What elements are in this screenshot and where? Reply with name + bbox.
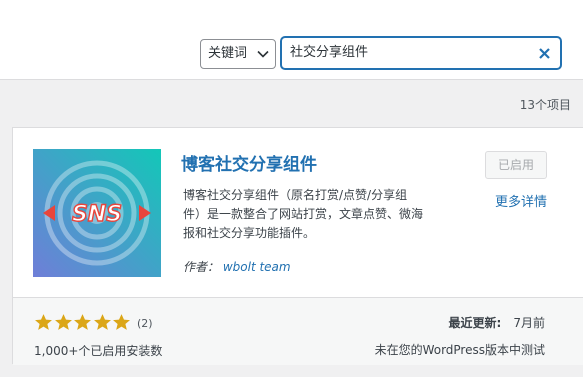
rating-count[interactable]: (2) [137, 317, 153, 330]
star-filled-icon [35, 314, 52, 330]
plugin-title[interactable]: 博客社交分享组件 [181, 150, 317, 175]
activated-button[interactable]: 已启用 [485, 151, 547, 179]
plugin-icon[interactable]: SNS [33, 149, 161, 277]
search-type-select[interactable]: 关键词 [200, 39, 276, 69]
search-input-value: 社交分享组件 [290, 45, 369, 60]
plugin-card: SNS 博客社交分享组件 已启用 更多详情 博客社交分享组件（原名打赏/点赞/分… [12, 127, 583, 365]
plugin-search-input[interactable]: 社交分享组件 [281, 37, 561, 69]
plugin-description: 博客社交分享组件（原名打赏/点赞/分享组件）是一款整合了网站打赏，文章点赞、微海… [183, 188, 424, 240]
plugin-filter-bar: 关键词 社交分享组件 [0, 0, 583, 80]
last-updated-value: 7月前 [513, 316, 545, 330]
star-filled-icon [74, 314, 91, 330]
author-link[interactable]: wbolt team [223, 260, 291, 274]
star-filled-icon [54, 314, 72, 330]
plugin-card-bottom: (2) 1,000+个已启用安装数 最近更新: 7月前 未在您的WordPress… [13, 297, 583, 365]
active-installs: 1,000+个已启用安装数 [34, 344, 163, 358]
star-filled-icon [113, 314, 130, 330]
search-type-value: 关键词 [208, 46, 248, 61]
chevron-down-icon [257, 50, 269, 58]
sns-logo-text: SNS [72, 202, 122, 227]
plugin-author: 作者： wbolt team [183, 258, 291, 275]
results-count: 13个项目 [519, 98, 571, 112]
close-icon[interactable] [539, 48, 550, 59]
author-label: 作者： [183, 260, 220, 274]
more-details-link[interactable]: 更多详情 [495, 191, 547, 210]
plugin-card-top: SNS 博客社交分享组件 已启用 更多详情 博客社交分享组件（原名打赏/点赞/分… [13, 128, 583, 297]
star-rating [34, 313, 132, 333]
sns-logo-icon: SNS [33, 149, 161, 277]
compatibility-notice: 未在您的WordPress版本中测试 [374, 343, 545, 357]
last-updated: 最近更新: 7月前 [449, 314, 545, 331]
star-filled-icon [93, 314, 111, 330]
last-updated-label: 最近更新: [448, 316, 502, 330]
